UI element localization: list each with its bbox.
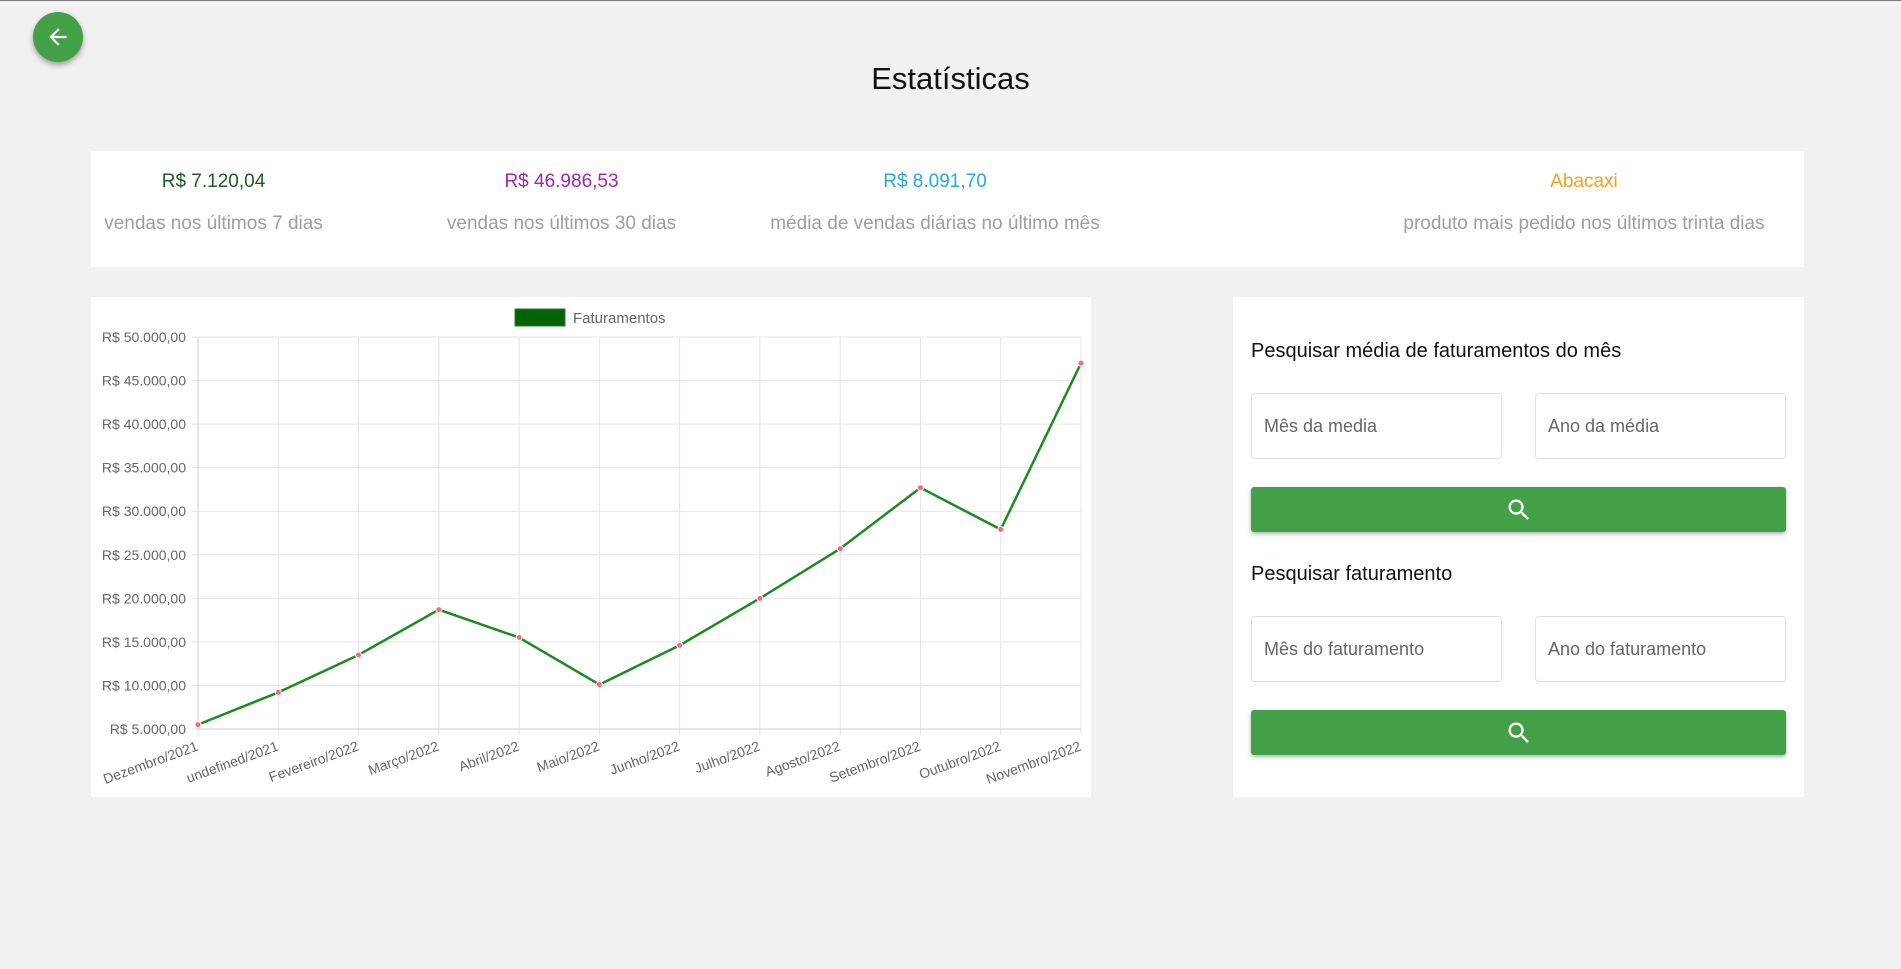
legend-label: Faturamentos xyxy=(573,310,666,327)
data-point xyxy=(595,681,603,689)
stat-label: produto mais pedido nos últimos trinta d… xyxy=(1403,213,1765,234)
x-tick-label: Março/2022 xyxy=(366,738,441,778)
y-tick-label: R$ 50.000,00 xyxy=(102,329,186,345)
x-tick-label: Maio/2022 xyxy=(534,738,601,775)
stat-daily-average: R$ 8.091,70 média de vendas diárias no ú… xyxy=(741,151,1129,267)
data-point xyxy=(435,606,443,614)
revenue-chart: R$ 50.000,00 R$ 45.000,00 R$ 40.000,00 R$ 3… xyxy=(101,308,1085,787)
x-tick-label: Julho/2022 xyxy=(692,738,762,777)
y-tick-label: R$ 45.000,00 xyxy=(102,373,186,389)
y-tick-label: R$ 10.000,00 xyxy=(102,677,186,693)
series-line xyxy=(197,362,1083,726)
revenue-search-button[interactable] xyxy=(1251,710,1786,755)
arrow-left-icon xyxy=(49,28,67,46)
data-point xyxy=(756,594,764,602)
x-tick-label: Dezembro/2021 xyxy=(101,738,200,787)
data-point xyxy=(997,526,1005,534)
x-tick-label: Fevereiro/2022 xyxy=(267,738,361,785)
stat-label: média de vendas diárias no último mês xyxy=(770,213,1100,234)
data-point xyxy=(515,634,523,642)
y-tick-label: R$ 30.000,00 xyxy=(102,503,186,519)
data-point xyxy=(274,688,282,696)
y-tick-label: R$ 25.000,00 xyxy=(102,547,186,563)
data-point xyxy=(355,651,363,659)
y-tick-label: R$ 5.000,00 xyxy=(110,721,186,737)
data-point xyxy=(1077,359,1085,367)
stat-value: R$ 46.986,53 xyxy=(504,171,619,192)
revenue-year-input[interactable] xyxy=(1535,616,1786,682)
stat-value: R$ 7.120,04 xyxy=(161,171,266,192)
stat-label: vendas nos últimos 30 dias xyxy=(446,213,677,234)
y-tick-label: R$ 35.000,00 xyxy=(102,460,186,476)
page-title: Estatísticas xyxy=(871,61,1030,96)
x-tick-label: Junho/2022 xyxy=(607,738,681,778)
stat-top-product: Abacaxi produto mais pedido nos últimos … xyxy=(1384,151,1784,267)
average-month-input[interactable] xyxy=(1251,393,1502,459)
back-button[interactable] xyxy=(33,12,83,62)
stat-value: R$ 8.091,70 xyxy=(883,171,987,192)
stat-value: Abacaxi xyxy=(1550,171,1618,192)
x-tick-label: undefined/2021 xyxy=(184,738,280,786)
data-point xyxy=(194,721,202,729)
y-tick-label: R$ 20.000,00 xyxy=(102,590,186,606)
stat-label: vendas nos últimos 7 dias xyxy=(104,213,323,234)
search-panel: Pesquisar média de faturamentos do mês P… xyxy=(1233,297,1804,797)
x-tick-label: Setembro/2022 xyxy=(827,738,923,786)
x-tick-label: Abril/2022 xyxy=(456,738,521,775)
data-point xyxy=(916,484,924,492)
revenue-search-title: Pesquisar faturamento xyxy=(1251,563,1453,585)
stats-card: R$ 7.120,04 vendas nos últimos 7 dias R$… xyxy=(91,151,1804,267)
data-point xyxy=(836,545,844,553)
search-icon xyxy=(1508,499,1529,520)
search-icon xyxy=(1508,722,1529,743)
stat-sales-7-days: R$ 7.120,04 vendas nos últimos 7 dias xyxy=(91,151,336,267)
revenue-chart-panel: R$ 50.000,00 R$ 45.000,00 R$ 40.000,00 R$ 3… xyxy=(91,297,1091,797)
average-search-title: Pesquisar média de faturamentos do mês xyxy=(1251,340,1622,362)
average-search-button[interactable] xyxy=(1251,487,1786,532)
data-point xyxy=(676,641,684,649)
y-tick-label: R$ 15.000,00 xyxy=(102,634,186,650)
stat-sales-30-days: R$ 46.986,53 vendas nos últimos 30 dias xyxy=(411,151,712,267)
average-year-input[interactable] xyxy=(1535,393,1786,459)
revenue-month-input[interactable] xyxy=(1251,616,1502,682)
y-tick-label: R$ 40.000,00 xyxy=(102,416,186,432)
legend-swatch xyxy=(514,308,566,327)
